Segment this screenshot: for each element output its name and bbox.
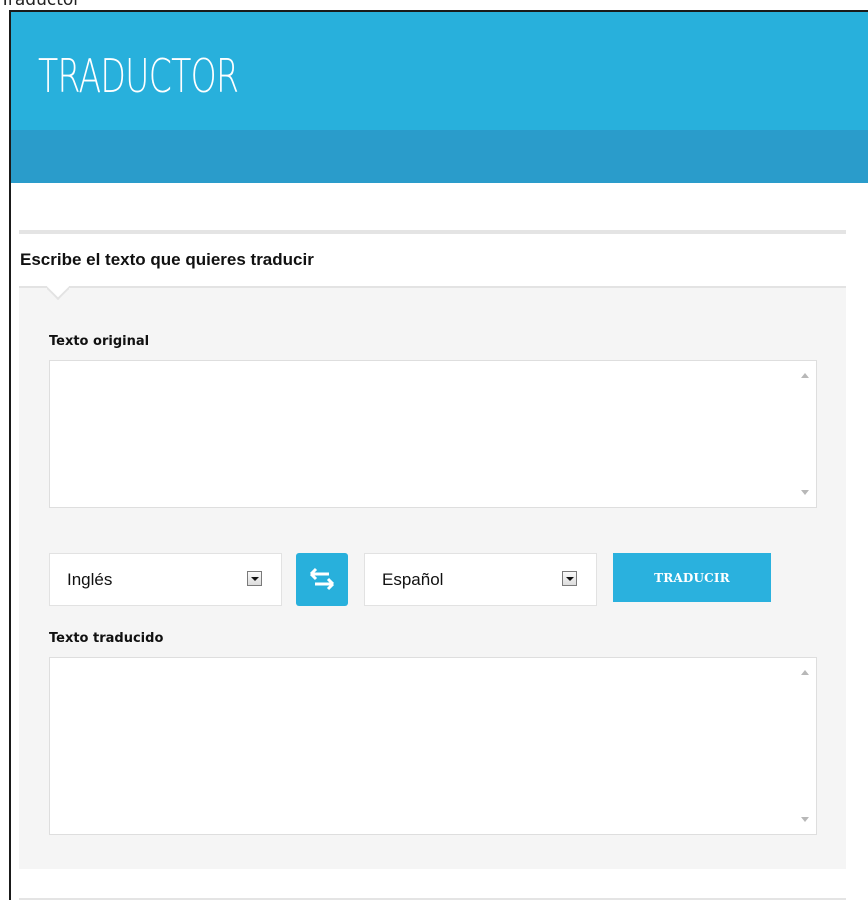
panel-pointer (47, 286, 69, 300)
translator-panel: Texto original Inglés Español TRADUCIR T… (19, 286, 846, 869)
header: TRADUCTOR (11, 12, 868, 130)
nav-bar (11, 130, 868, 183)
swap-arrows-icon (309, 567, 335, 591)
chevron-down-icon[interactable] (247, 571, 262, 586)
original-text-input[interactable] (50, 361, 796, 507)
page-caption: Traductor (0, 0, 81, 10)
scroll-down-icon[interactable] (801, 490, 809, 495)
original-scrollbar[interactable] (796, 361, 816, 507)
translated-text-area (49, 657, 817, 835)
app-frame: TRADUCTOR Escribe el texto que quieres t… (9, 10, 868, 900)
target-language-value: Español (382, 570, 444, 589)
source-language-value: Inglés (67, 570, 113, 589)
scroll-up-icon[interactable] (801, 670, 809, 675)
section-divider (19, 230, 846, 234)
original-text-label: Texto original (49, 334, 150, 349)
target-language-select[interactable]: Español (364, 553, 597, 606)
section-title: Escribe el texto que quieres traducir (20, 250, 314, 269)
translated-scrollbar[interactable] (796, 658, 816, 834)
page-title: TRADUCTOR (38, 49, 239, 103)
translate-button[interactable]: TRADUCIR (613, 553, 771, 602)
chevron-down-icon[interactable] (562, 571, 577, 586)
scroll-up-icon[interactable] (801, 373, 809, 378)
original-text-area (49, 360, 817, 508)
swap-languages-button[interactable] (296, 553, 348, 606)
source-language-select[interactable]: Inglés (49, 553, 282, 606)
translated-text-label: Texto traducido (49, 631, 164, 646)
scroll-down-icon[interactable] (801, 817, 809, 822)
translated-text-output[interactable] (50, 658, 796, 834)
